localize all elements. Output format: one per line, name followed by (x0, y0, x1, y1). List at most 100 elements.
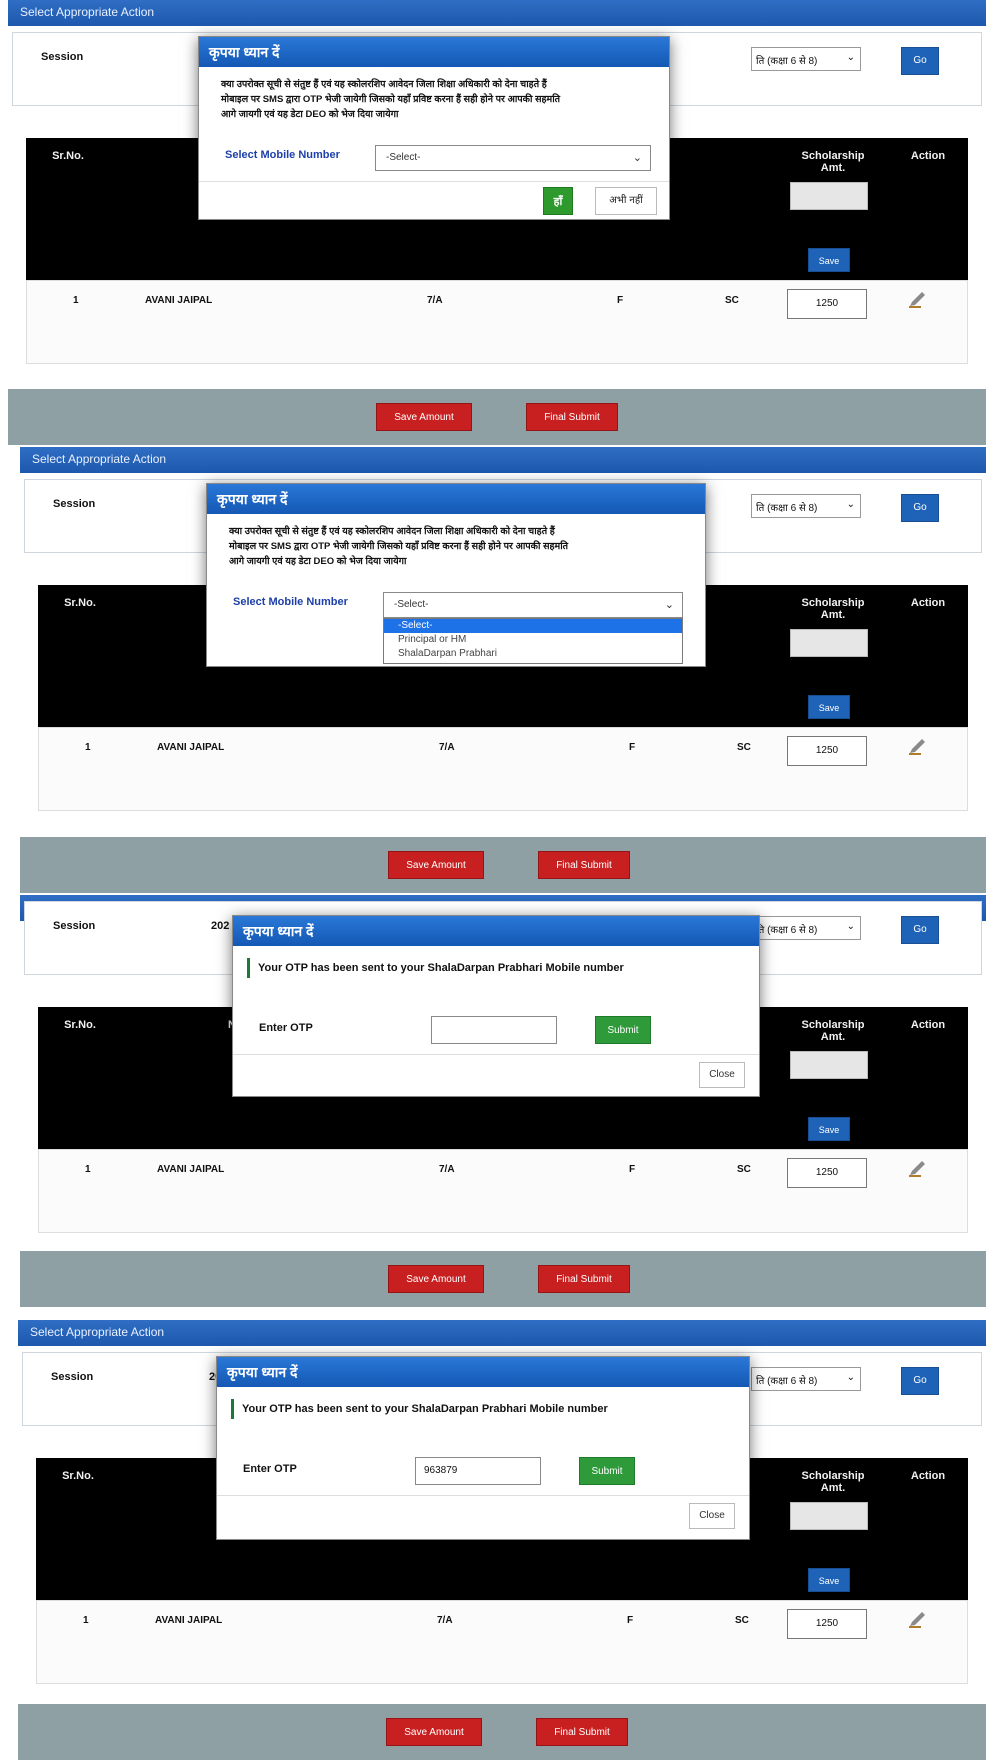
section-header: Select Appropriate Action (8, 0, 986, 26)
cell-gender: F (627, 1615, 634, 1626)
save-amount-button[interactable]: Save Amount (388, 1265, 484, 1293)
footer-bar: Save Amount Final Submit (20, 1251, 986, 1307)
modal-title: कृपया ध्यान दें (199, 37, 669, 67)
col-action: Action (910, 1470, 946, 1482)
cell-class: 7/A (427, 295, 443, 306)
otp-label: Enter OTP (243, 1463, 297, 1475)
otp-sent-message: Your OTP has been sent to your ShalaDarp… (231, 1399, 735, 1419)
col-amount: Scholarship Amt. (801, 1470, 865, 1494)
section-header: Select Appropriate Action (20, 447, 986, 473)
col-amount: Scholarship Amt. (801, 1019, 865, 1043)
col-sr: Sr.No. (52, 150, 84, 162)
cell-category: SC (725, 295, 739, 306)
save-small-button[interactable]: Save (808, 695, 850, 719)
chevron-down-icon: ⌄ (664, 599, 674, 611)
table-row: 1 AVANI JAIPAL 7/A F SC 1250 (26, 280, 968, 364)
edit-icon[interactable] (907, 291, 929, 309)
confirm-modal: कृपया ध्यान दें क्या उपरोक्त सूची से संत… (198, 36, 670, 220)
modal-title: कृपया ध्यान दें (207, 484, 705, 514)
cell-name: AVANI JAIPAL (157, 742, 225, 753)
section-header: Select Appropriate Action (18, 1320, 986, 1346)
final-submit-button[interactable]: Final Submit (538, 851, 630, 879)
not-now-button[interactable]: अभी नहीं (595, 187, 657, 215)
cell-class: 7/A (439, 742, 455, 753)
class-select[interactable]: ति (कक्षा 6 से 8) ⌄ (751, 1367, 861, 1391)
session-select[interactable]: 202 (211, 920, 229, 932)
submit-button[interactable]: Submit (579, 1457, 635, 1485)
bulk-amount-input[interactable] (790, 1502, 868, 1530)
go-button[interactable]: Go (901, 1367, 939, 1395)
chevron-down-icon: ⌄ (632, 152, 642, 164)
table-row: 1 AVANI JAIPAL 7/A F SC 1250 (38, 1149, 968, 1233)
screen-step-2: Select Appropriate Action Session 202 ति… (20, 447, 986, 893)
cell-category: SC (735, 1615, 749, 1626)
otp-label: Enter OTP (259, 1022, 313, 1034)
cell-sr: 1 (83, 1615, 89, 1626)
modal-title: कृपया ध्यान दें (233, 916, 759, 946)
chevron-down-icon: ⌄ (846, 1372, 855, 1383)
save-small-button[interactable]: Save (808, 1568, 850, 1592)
final-submit-button[interactable]: Final Submit (538, 1265, 630, 1293)
divider (233, 1054, 759, 1055)
cell-name: AVANI JAIPAL (157, 1164, 225, 1175)
submit-button[interactable]: Submit (595, 1016, 651, 1044)
otp-input[interactable] (431, 1016, 557, 1044)
screen-step-4: Select Appropriate Action Session 202 ति… (18, 1320, 986, 1760)
col-sr: Sr.No. (62, 1470, 94, 1482)
bulk-amount-input[interactable] (790, 629, 868, 657)
bulk-amount-input[interactable] (790, 182, 868, 210)
edit-icon[interactable] (907, 1160, 929, 1178)
otp-modal: कृपया ध्यान दें Your OTP has been sent t… (232, 915, 760, 1097)
save-small-button[interactable]: Save (808, 248, 850, 272)
divider (199, 181, 669, 182)
cell-class: 7/A (437, 1615, 453, 1626)
col-sr: Sr.No. (64, 1019, 96, 1031)
otp-modal: कृपया ध्यान दें Your OTP has been sent t… (216, 1356, 750, 1540)
save-amount-button[interactable]: Save Amount (376, 403, 472, 431)
divider (217, 1495, 749, 1496)
chevron-down-icon: ⌄ (846, 52, 855, 63)
otp-input[interactable]: 963879 (415, 1457, 541, 1485)
save-amount-button[interactable]: Save Amount (388, 851, 484, 879)
mobile-select[interactable]: -Select- ⌄ (383, 592, 683, 618)
dropdown-option[interactable]: ShalaDarpan Prabhari (384, 647, 682, 661)
footer-bar: Save Amount Final Submit (20, 837, 986, 893)
amount-input[interactable]: 1250 (787, 1609, 867, 1639)
yes-button[interactable]: हाँ (543, 187, 573, 215)
chevron-down-icon: ⌄ (846, 921, 855, 932)
cell-gender: F (629, 1164, 636, 1175)
go-button[interactable]: Go (901, 47, 939, 75)
class-select[interactable]: ति (कक्षा 6 से 8) ⌄ (751, 494, 861, 518)
cell-name: AVANI JAIPAL (145, 295, 213, 306)
amount-input[interactable]: 1250 (787, 1158, 867, 1188)
close-button[interactable]: Close (699, 1062, 745, 1088)
go-button[interactable]: Go (901, 494, 939, 522)
table-row: 1 AVANI JAIPAL 7/A F SC 1250 (36, 1600, 968, 1684)
col-action: Action (910, 150, 946, 162)
close-button[interactable]: Close (689, 1503, 735, 1529)
cell-gender: F (617, 295, 624, 306)
confirm-modal: कृपया ध्यान दें क्या उपरोक्त सूची से संत… (206, 483, 706, 667)
bulk-amount-input[interactable] (790, 1051, 868, 1079)
cell-name: AVANI JAIPAL (155, 1615, 223, 1626)
cell-sr: 1 (85, 742, 91, 753)
edit-icon[interactable] (907, 738, 929, 756)
save-amount-button[interactable]: Save Amount (386, 1718, 482, 1746)
col-amount: Scholarship Amt. (801, 150, 865, 174)
go-button[interactable]: Go (901, 916, 939, 944)
class-select[interactable]: ति (कक्षा 6 से 8) ⌄ (751, 47, 861, 71)
final-submit-button[interactable]: Final Submit (526, 403, 618, 431)
cell-category: SC (737, 742, 751, 753)
dropdown-option[interactable]: Principal or HM (384, 633, 682, 647)
save-small-button[interactable]: Save (808, 1117, 850, 1141)
class-select[interactable]: ति (कक्षा 6 से 8) ⌄ (751, 916, 861, 940)
session-label: Session (41, 51, 84, 63)
mobile-select[interactable]: -Select- ⌄ (375, 145, 651, 171)
amount-input[interactable]: 1250 (787, 289, 867, 319)
edit-icon[interactable] (907, 1611, 929, 1629)
dropdown-option[interactable]: -Select- (384, 619, 682, 633)
modal-title: कृपया ध्यान दें (217, 1357, 749, 1387)
amount-input[interactable]: 1250 (787, 736, 867, 766)
col-action: Action (910, 597, 946, 609)
final-submit-button[interactable]: Final Submit (536, 1718, 628, 1746)
